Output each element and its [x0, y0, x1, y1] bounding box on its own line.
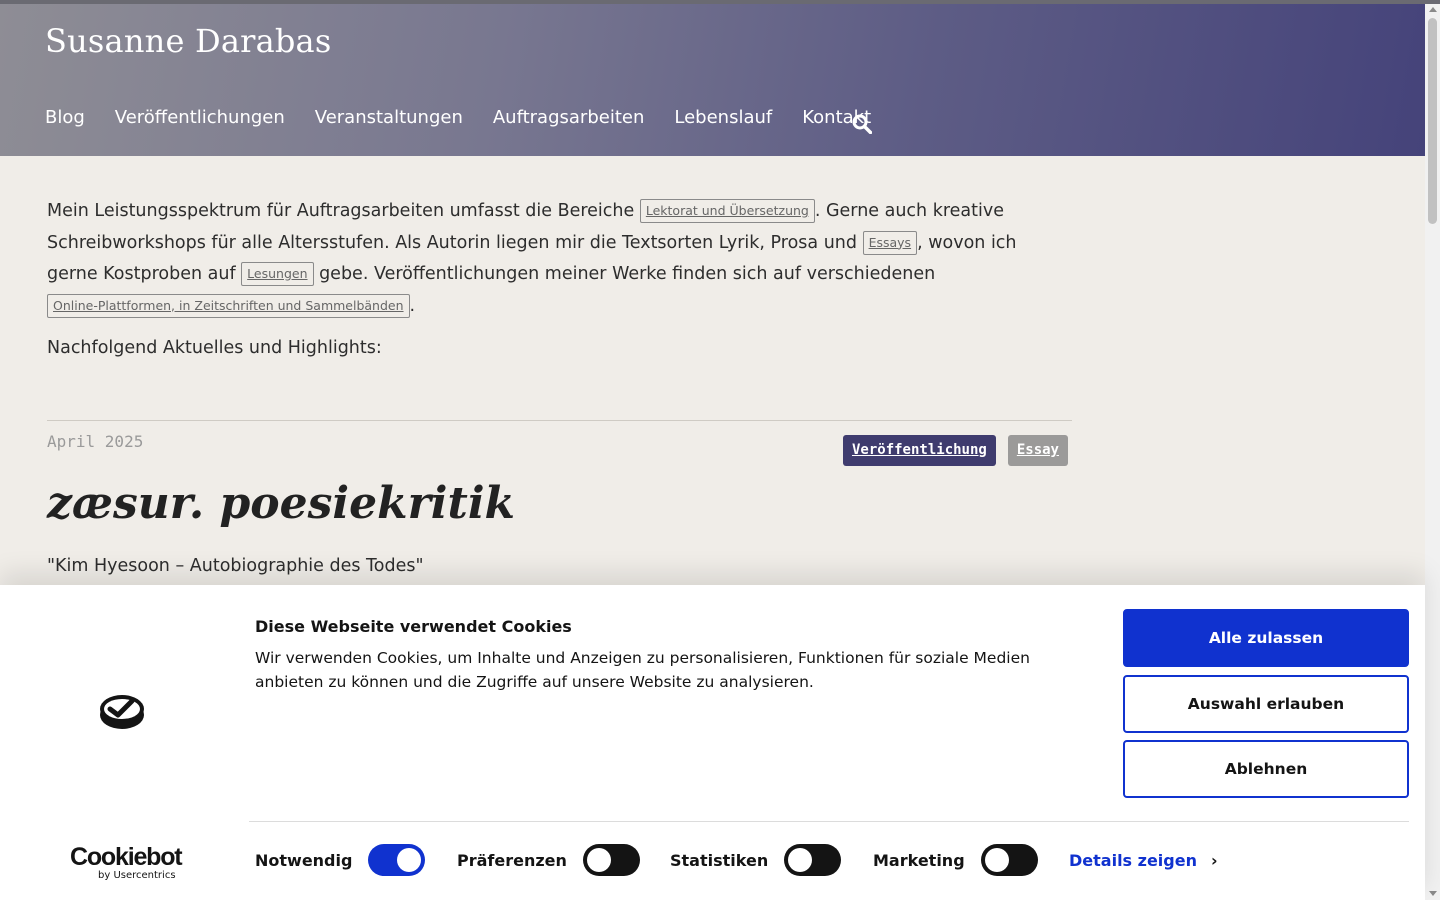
scroll-down-arrow-icon[interactable]	[1429, 891, 1437, 896]
cookie-text: Wir verwenden Cookies, um Inhalte und An…	[255, 649, 1030, 691]
post-title[interactable]: zæsur. poesiekritik	[47, 478, 515, 529]
reject-button[interactable]: Ablehnen	[1123, 740, 1409, 798]
nav-item-veroeffentlichungen[interactable]: Veröffentlichungen	[115, 107, 285, 128]
badge-essay[interactable]: Essay	[1007, 435, 1068, 466]
toggle-label-notwendig: Notwendig	[255, 850, 353, 870]
chevron-right-icon: ›	[1210, 851, 1218, 870]
nav-item-blog[interactable]: Blog	[45, 107, 85, 128]
cookie-banner: Diese Webseite verwendet Cookies Wir ver…	[0, 585, 1425, 900]
toggle-statistiken[interactable]	[784, 844, 842, 876]
cookiebot-brand[interactable]: Cookiebot by Usercentrics	[70, 843, 183, 881]
tag-essays[interactable]: Essays	[862, 230, 918, 255]
toggle-praeferenzen[interactable]	[582, 844, 640, 876]
intro-text-5: .	[409, 295, 416, 316]
intro-text-1: Mein Leistungsspektrum für Auftragsarbei…	[47, 201, 640, 221]
tag-lesungen[interactable]: Lesungen	[241, 262, 314, 286]
toggle-label-statistiken: Statistiken	[670, 850, 769, 870]
allow-selection-button[interactable]: Auswahl erlauben	[1123, 675, 1409, 733]
cookie-title: Diese Webseite verwendet Cookies	[255, 617, 572, 636]
toggle-knob	[984, 848, 1009, 872]
scroll-thumb[interactable]	[1428, 18, 1437, 224]
cookiebot-brand-name: Cookiebot	[70, 843, 183, 871]
allow-all-button[interactable]: Alle zulassen	[1123, 609, 1409, 667]
nav-item-auftragsarbeiten[interactable]: Auftragsarbeiten	[493, 107, 645, 128]
nav-item-lebenslauf[interactable]: Lebenslauf	[674, 107, 772, 128]
intro-paragraph: Mein Leistungsspektrum für Auftragsarbei…	[47, 196, 1027, 322]
toggle-knob	[788, 848, 813, 872]
post-subtitle: "Kim Hyesoon – Autobiographie des Todes"	[47, 556, 424, 576]
scroll-up-arrow-icon[interactable]	[1429, 7, 1437, 12]
search-icon[interactable]	[852, 114, 872, 134]
highlights-intro: Nachfolgend Aktuelles und Highlights:	[47, 338, 382, 358]
post-date: April 2025	[47, 432, 144, 451]
toggle-label-marketing: Marketing	[873, 850, 965, 870]
toggle-marketing[interactable]	[980, 844, 1038, 876]
page-scrollbar[interactable]	[1425, 4, 1440, 900]
nav-item-veranstaltungen[interactable]: Veranstaltungen	[315, 107, 463, 128]
site-title[interactable]: Susanne Darabas	[45, 22, 331, 60]
post-divider	[47, 420, 1072, 421]
badge-veroeffentlichung[interactable]: Veröffentlichung	[842, 435, 996, 466]
cookiebot-brand-by: by Usercentrics	[98, 870, 176, 881]
toggle-group-marketing: Marketing	[873, 844, 1038, 876]
toggle-notwendig[interactable]	[368, 844, 426, 876]
main-nav: Blog Veröffentlichungen Veranstaltungen …	[45, 107, 901, 128]
toggle-group-praeferenzen: Präferenzen	[457, 844, 640, 876]
post-badges: Veröffentlichung Essay	[831, 435, 1068, 466]
cookiebot-logo-icon	[100, 695, 144, 729]
site-header: Susanne Darabas Blog Veröffentlichungen …	[0, 4, 1425, 156]
toggle-label-praeferenzen: Präferenzen	[457, 850, 567, 870]
tag-online-plattformen[interactable]: Online-Plattformen, in Zeitschriften und…	[47, 293, 410, 318]
details-link[interactable]: Details zeigen ›	[1069, 851, 1218, 870]
main-content: Mein Leistungsspektrum für Auftragsarbei…	[47, 196, 1072, 576]
toggle-group-notwendig: Notwendig	[255, 844, 426, 876]
toggle-knob	[397, 848, 422, 872]
cookie-divider	[249, 821, 1409, 822]
toggle-group-statistiken: Statistiken	[670, 844, 842, 876]
tag-lektorat[interactable]: Lektorat und Übersetzung	[639, 199, 815, 223]
details-label: Details zeigen	[1069, 851, 1197, 870]
toggle-knob	[586, 848, 611, 872]
intro-text-4: gebe. Veröffentlichungen meiner Werke fi…	[313, 264, 936, 284]
